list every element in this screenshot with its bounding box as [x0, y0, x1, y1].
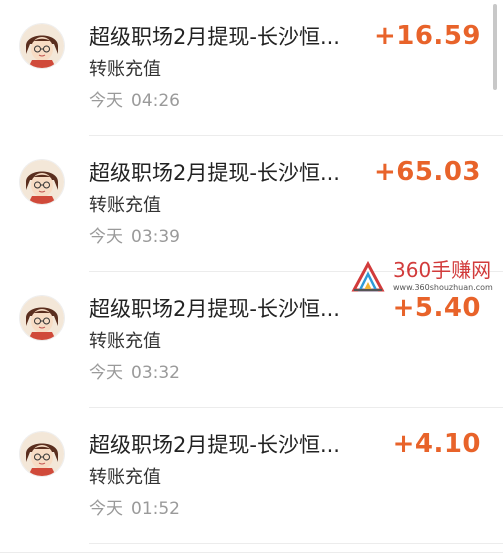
360-logo-icon: [351, 260, 385, 294]
transaction-type: 转账充值: [89, 59, 161, 80]
avatar-icon: [20, 160, 64, 204]
transaction-day: 今天: [89, 363, 123, 383]
transaction-day: 今天: [89, 91, 123, 111]
transaction-clock: 03:32: [131, 363, 180, 383]
scrollbar[interactable]: [493, 4, 497, 90]
transaction-clock: 01:52: [131, 499, 180, 519]
transaction-time: 今天 01:52: [89, 497, 180, 521]
transaction-time: 今天 03:32: [89, 361, 180, 385]
transaction-amount: +16.59: [373, 21, 481, 51]
watermark-name: 360手赚网: [393, 258, 492, 282]
watermark: 360手赚网 www.360shouzhuan.com: [351, 258, 503, 298]
transaction-title: 超级职场2月提现-长沙恒...: [89, 433, 340, 457]
transaction-title: 超级职场2月提现-长沙恒...: [89, 161, 340, 185]
transaction-amount: +4.10: [392, 429, 481, 459]
list-item[interactable]: 超级职场2月提现-长沙恒... 转账充值 今天 03:39 +65.03: [0, 136, 503, 272]
transaction-time: 今天 04:26: [89, 89, 180, 113]
transaction-type: 转账充值: [89, 467, 161, 488]
transaction-time: 今天 03:39: [89, 225, 180, 249]
transaction-title: 超级职场2月提现-长沙恒...: [89, 25, 340, 49]
transaction-list-page: 超级职场2月提现-长沙恒... 转账充值 今天 04:26 +16.59 超级职场…: [0, 0, 503, 553]
watermark-url: www.360shouzhuan.com: [393, 283, 493, 292]
divider: [89, 543, 503, 544]
transaction-day: 今天: [89, 227, 123, 247]
avatar-icon: [20, 432, 64, 476]
transaction-clock: 03:39: [131, 227, 180, 247]
avatar-icon: [20, 296, 64, 340]
transaction-amount: +65.03: [373, 157, 481, 187]
transaction-day: 今天: [89, 499, 123, 519]
avatar-icon: [20, 24, 64, 68]
transaction-type: 转账充值: [89, 331, 161, 352]
list-item[interactable]: 超级职场2月提现-长沙恒... 转账充值 今天 04:26 +16.59: [0, 0, 503, 136]
transaction-title: 超级职场2月提现-长沙恒...: [89, 297, 340, 321]
transaction-clock: 04:26: [131, 91, 180, 111]
list-item[interactable]: 超级职场2月提现-长沙恒... 转账充值 今天 01:52 +4.10: [0, 408, 503, 544]
transaction-type: 转账充值: [89, 195, 161, 216]
